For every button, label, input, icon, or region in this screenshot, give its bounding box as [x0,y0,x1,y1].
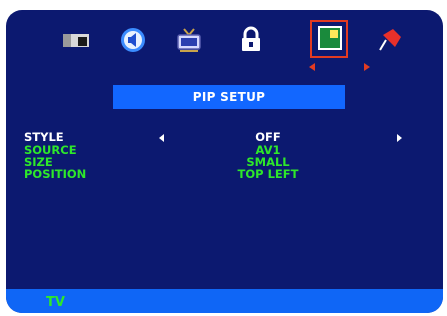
menu-row-value: TOP LEFT [237,167,299,181]
lock-icon [242,26,260,51]
pip-icon [318,26,342,50]
increase-arrow-icon[interactable] [397,134,402,142]
menu-row-label: POSITION [24,167,87,181]
picture-icon [63,34,89,47]
menu-tab-bar [6,10,443,72]
sound-icon [121,28,145,52]
tab-left-arrow-icon [309,63,315,71]
menu-row-style[interactable]: STYLE OFF [24,131,424,144]
tab-pip[interactable] [310,20,350,58]
decrease-arrow-icon[interactable] [159,134,164,142]
setup-pin-icon [379,29,401,51]
tab-sound[interactable] [113,22,153,58]
tv-channel-icon [177,28,201,52]
tab-lock[interactable] [231,22,271,58]
osd-panel: PIP SETUP STYLE OFF SOURCE AV1 SIZE SMAL… [6,10,443,313]
tab-picture[interactable] [56,22,96,58]
tab-setup[interactable] [370,22,410,58]
tab-right-arrow-icon [364,63,370,71]
status-bar: TV [6,289,443,313]
tab-channel[interactable] [169,22,209,58]
menu-title: PIP SETUP [113,85,345,109]
menu-row-position[interactable]: POSITION TOP LEFT [24,168,424,181]
source-indicator: TV [46,295,65,310]
